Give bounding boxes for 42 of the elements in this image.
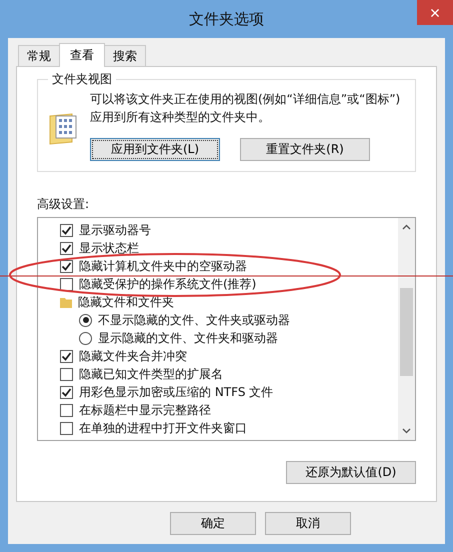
option-label: 隐藏已知文件类型的扩展名 [79,366,223,382]
checkbox[interactable] [60,242,73,254]
option-label: 在单独的进程中打开文件夹窗口 [79,420,247,436]
checkbox[interactable] [60,350,73,362]
folder-grid-icon [48,112,78,146]
radio-button[interactable] [79,332,92,344]
scroll-up-icon[interactable] [400,222,413,232]
option-label: 显示状态栏 [79,240,139,256]
option-label: 用彩色显示加密或压缩的 NTFS 文件 [79,384,274,400]
dialog-button[interactable]: 取消 [265,512,351,535]
checkbox[interactable] [60,404,73,416]
restore-defaults-button[interactable]: 还原为默认值(D) [286,461,416,484]
checkbox[interactable] [60,260,73,272]
checkbox[interactable] [60,386,73,398]
scrollbar[interactable] [398,218,415,440]
option-label: 隐藏受保护的操作系统文件(推荐) [79,276,256,292]
scrollbar-thumb[interactable] [400,288,413,376]
checkbox[interactable] [60,368,73,380]
tab[interactable]: 查看 [59,43,105,67]
option-label: 隐藏文件夹合并冲突 [79,348,187,364]
folder-icon [60,296,72,308]
option-label: 不显示隐藏的文件、文件夹或驱动器 [98,312,290,328]
checkbox[interactable] [60,278,73,290]
scroll-down-icon[interactable] [400,426,413,436]
folder-button[interactable]: 重置文件夹(R) [240,138,370,161]
description-text: 可以将该文件夹正在使用的视图(例如“详细信息”或“图标”)应用到所有这种类型的文件夹中。 [90,91,402,126]
checkbox[interactable] [60,422,73,434]
radio-button[interactable] [79,314,92,326]
tab[interactable]: 搜索 [104,45,146,66]
folder-button[interactable]: 应用到文件夹(L) [90,138,220,161]
tab[interactable]: 常规 [18,45,60,66]
dialog-button[interactable]: 确定 [170,512,256,535]
option-label: 显示驱动器号 [79,222,151,238]
close-button[interactable]: × [417,0,453,25]
group-label: 隐藏文件和文件夹 [78,294,174,310]
checkbox[interactable] [60,224,73,236]
window-title: 文件夹选项 [189,10,264,28]
group-title: 文件夹视图 [51,71,113,88]
option-label: 在标题栏中显示完整路径 [79,402,211,418]
option-label: 隐藏计算机文件夹中的空驱动器 [79,258,247,274]
option-label: 显示隐藏的文件、文件夹和驱动器 [98,330,278,346]
advanced-label: 高级设置: [37,196,90,213]
